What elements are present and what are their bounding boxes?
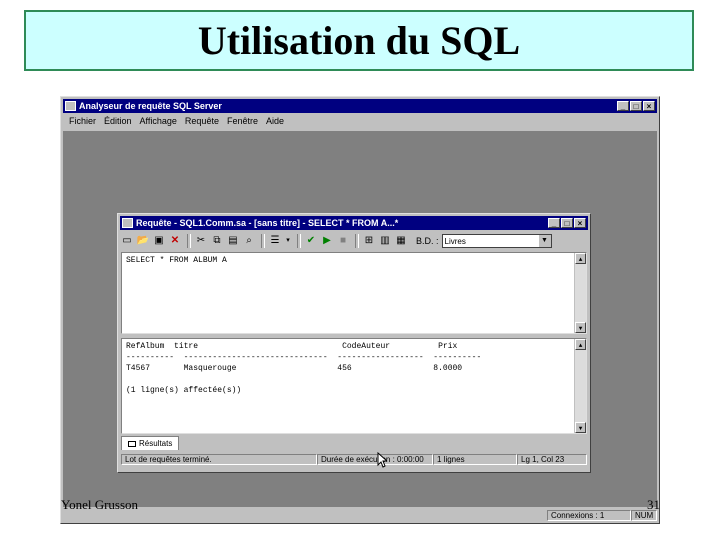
editor-scrollbar[interactable]: ▲ ▼ xyxy=(574,253,586,333)
query-close-icon[interactable]: × xyxy=(574,218,586,228)
slide-title: Utilisation du SQL xyxy=(197,18,521,63)
status-rows: 1 lignes xyxy=(433,454,517,465)
query-window-title: Requête - SQL1.Comm.sa - [sans titre] - … xyxy=(136,218,399,228)
menu-window[interactable]: Fenêtre xyxy=(227,116,258,126)
cell-codeauteur: 456 xyxy=(337,364,352,373)
close-icon[interactable]: × xyxy=(643,101,655,111)
menu-edit[interactable]: Édition xyxy=(104,116,132,126)
rows-affected-message: (1 ligne(s) affectée(s)) xyxy=(126,386,242,395)
mouse-pointer-icon xyxy=(377,452,387,468)
results-tabs: Résultats xyxy=(121,436,180,450)
status-connections: Connexions : 1 xyxy=(547,510,631,521)
toolbar-separator xyxy=(355,234,359,248)
app-titlebar[interactable]: Analyseur de requête SQL Server _ □ × xyxy=(63,99,657,113)
new-query-icon[interactable]: ▭ xyxy=(120,234,134,248)
results-pane[interactable]: RefAlbum titre CodeAuteur Prix ---------… xyxy=(121,338,587,434)
cell-prix: 8.0000 xyxy=(433,364,463,373)
query-toolbar: ▭ 📂 ▣ ✕ ✂ ⧉ ▤ ⌕ ☰ ▾ ✔ ▶ ■ ⊞ ▥ ▦ B.D.: L… xyxy=(120,232,588,250)
toolbar-separator xyxy=(187,234,191,248)
app-title: Analyseur de requête SQL Server xyxy=(79,101,222,111)
maximize-icon[interactable]: □ xyxy=(630,101,642,111)
cell-titre: Masquerouge xyxy=(183,364,237,373)
delete-icon[interactable]: ✕ xyxy=(168,234,182,248)
query-maximize-icon[interactable]: □ xyxy=(561,218,573,228)
find-icon[interactable]: ⌕ xyxy=(242,234,256,248)
check-syntax-icon[interactable]: ✔ xyxy=(304,234,318,248)
app-status-bar: Connexions : 1 NUM xyxy=(63,509,657,522)
scroll-up-icon[interactable]: ▲ xyxy=(575,253,586,264)
minimize-icon[interactable]: _ xyxy=(617,101,629,111)
col-header-titre: titre xyxy=(174,342,199,351)
table-row: T4567 Masquerouge 456 8.0000 xyxy=(126,364,462,373)
results-header: RefAlbum titre CodeAuteur Prix xyxy=(126,342,457,351)
status-batch: Lot de requêtes terminé. xyxy=(121,454,317,465)
scroll-down-icon[interactable]: ▼ xyxy=(575,322,586,333)
cell-refalbum: T4567 xyxy=(126,364,151,373)
tab-results[interactable]: Résultats xyxy=(121,436,180,450)
col-header-codeauteur: CodeAuteur xyxy=(342,342,391,351)
query-window-icon xyxy=(122,218,133,228)
query-minimize-icon[interactable]: _ xyxy=(548,218,560,228)
query-window: Requête - SQL1.Comm.sa - [sans titre] - … xyxy=(117,213,591,473)
mdi-workspace: Requête - SQL1.Comm.sa - [sans titre] - … xyxy=(63,131,657,507)
menu-query[interactable]: Requête xyxy=(185,116,219,126)
object-browser-icon[interactable]: ▥ xyxy=(378,234,392,248)
slide-author: Yonel Grusson xyxy=(61,497,139,512)
results-mode-icon[interactable]: ☰ xyxy=(268,234,282,248)
menu-view[interactable]: Affichage xyxy=(140,116,177,126)
status-position: Lg 1, Col 23 xyxy=(517,454,587,465)
menu-bar: Fichier Édition Affichage Requête Fenêtr… xyxy=(63,114,657,128)
menu-help[interactable]: Aide xyxy=(266,116,284,126)
slide-title-banner: Utilisation du SQL xyxy=(24,10,694,71)
menu-file[interactable]: Fichier xyxy=(69,116,96,126)
database-label: B.D. : xyxy=(416,236,439,246)
scroll-down-icon[interactable]: ▼ xyxy=(575,422,586,433)
database-select[interactable]: Livres ▼ xyxy=(441,234,552,248)
query-status-bar: Lot de requêtes terminé. Durée de exécut… xyxy=(121,454,587,466)
toolbar-separator xyxy=(297,234,301,248)
results-pane-icon[interactable]: ▦ xyxy=(394,234,408,248)
chevron-down-icon[interactable]: ▼ xyxy=(538,235,551,247)
results-text: RefAlbum titre CodeAuteur Prix ---------… xyxy=(122,339,586,398)
slide-page-number: 31 xyxy=(647,497,660,512)
cut-icon[interactable]: ✂ xyxy=(194,234,208,248)
query-editor[interactable]: SELECT * FROM ALBUM A ▲ ▼ xyxy=(121,252,587,334)
query-analyzer-window: Analyseur de requête SQL Server _ □ × Fi… xyxy=(60,96,660,524)
paste-icon[interactable]: ▤ xyxy=(226,234,240,248)
scroll-up-icon[interactable]: ▲ xyxy=(575,339,586,350)
tab-results-label: Résultats xyxy=(139,439,173,448)
results-underline: ---------- -----------------------------… xyxy=(126,353,482,362)
save-icon[interactable]: ▣ xyxy=(152,234,166,248)
toolbar-separator xyxy=(261,234,265,248)
app-icon xyxy=(65,101,76,111)
col-header-refalbum: RefAlbum xyxy=(126,342,165,351)
grid-icon xyxy=(128,440,136,447)
status-duration: Durée de exécution : 0:00:00 xyxy=(317,454,433,465)
stop-icon[interactable]: ■ xyxy=(336,234,350,248)
query-titlebar[interactable]: Requête - SQL1.Comm.sa - [sans titre] - … xyxy=(120,216,588,230)
query-text[interactable]: SELECT * FROM ALBUM A xyxy=(122,253,586,268)
database-select-value: Livres xyxy=(444,236,466,246)
copy-icon[interactable]: ⧉ xyxy=(210,234,224,248)
col-header-prix: Prix xyxy=(438,342,458,351)
results-scrollbar[interactable]: ▲ ▼ xyxy=(574,339,586,433)
execute-icon[interactable]: ▶ xyxy=(320,234,334,248)
dropdown-arrow-icon[interactable]: ▾ xyxy=(284,234,292,248)
execution-plan-icon[interactable]: ⊞ xyxy=(362,234,376,248)
open-folder-icon[interactable]: 📂 xyxy=(136,234,150,248)
